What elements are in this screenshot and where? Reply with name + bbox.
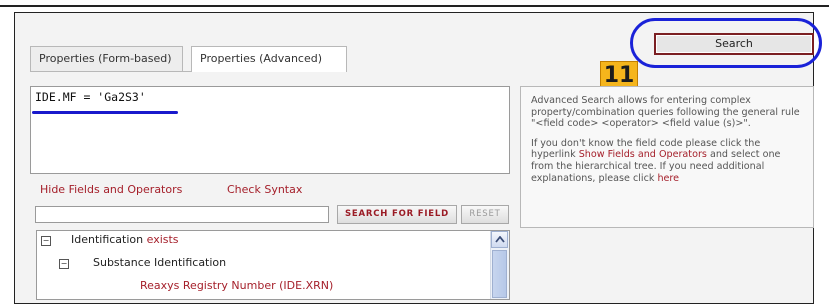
help-text-box: Advanced Search allows for entering comp… (520, 86, 814, 228)
here-link[interactable]: here (657, 173, 679, 184)
exists-status: exists (146, 233, 179, 246)
tree-item-label: Identification (71, 233, 144, 246)
scroll-up-button[interactable] (491, 231, 508, 248)
highlight-oval (630, 18, 822, 68)
check-syntax-link[interactable]: Check Syntax (227, 183, 302, 196)
tab-properties-form-based[interactable]: Properties (Form-based) (30, 46, 183, 71)
tree-item-identification[interactable]: Identification exists (71, 233, 179, 246)
tree-item-reaxys-registry-number[interactable]: Reaxys Registry Number (IDE.XRN) (140, 279, 333, 292)
show-fields-link[interactable]: Show Fields and Operators (579, 149, 707, 160)
help-paragraph-1: Advanced Search allows for entering comp… (531, 95, 800, 130)
help-paragraph-2: If you don't know the field code please … (531, 137, 781, 184)
search-for-field-button[interactable]: SEARCH FOR FIELD (337, 205, 457, 224)
scroll-thumb[interactable] (492, 250, 507, 298)
field-tree: − Identification exists − Substance Iden… (36, 230, 510, 300)
tree-item-substance-identification[interactable]: Substance Identification (93, 256, 226, 269)
reset-button[interactable]: RESET (461, 205, 509, 224)
collapse-icon[interactable]: − (41, 236, 51, 246)
tree-scrollbar[interactable] (490, 231, 509, 299)
hide-fields-link[interactable]: Hide Fields and Operators (40, 183, 182, 196)
collapse-icon[interactable]: − (59, 259, 69, 269)
field-search-input[interactable] (35, 206, 329, 223)
chevron-up-icon (495, 236, 505, 243)
query-annotation-underline (32, 111, 178, 114)
top-border (0, 5, 829, 7)
tab-properties-advanced[interactable]: Properties (Advanced) (191, 46, 347, 72)
query-textarea[interactable]: IDE.MF = 'Ga2S3' (30, 86, 510, 174)
query-text: IDE.MF = 'Ga2S3' (35, 90, 146, 104)
